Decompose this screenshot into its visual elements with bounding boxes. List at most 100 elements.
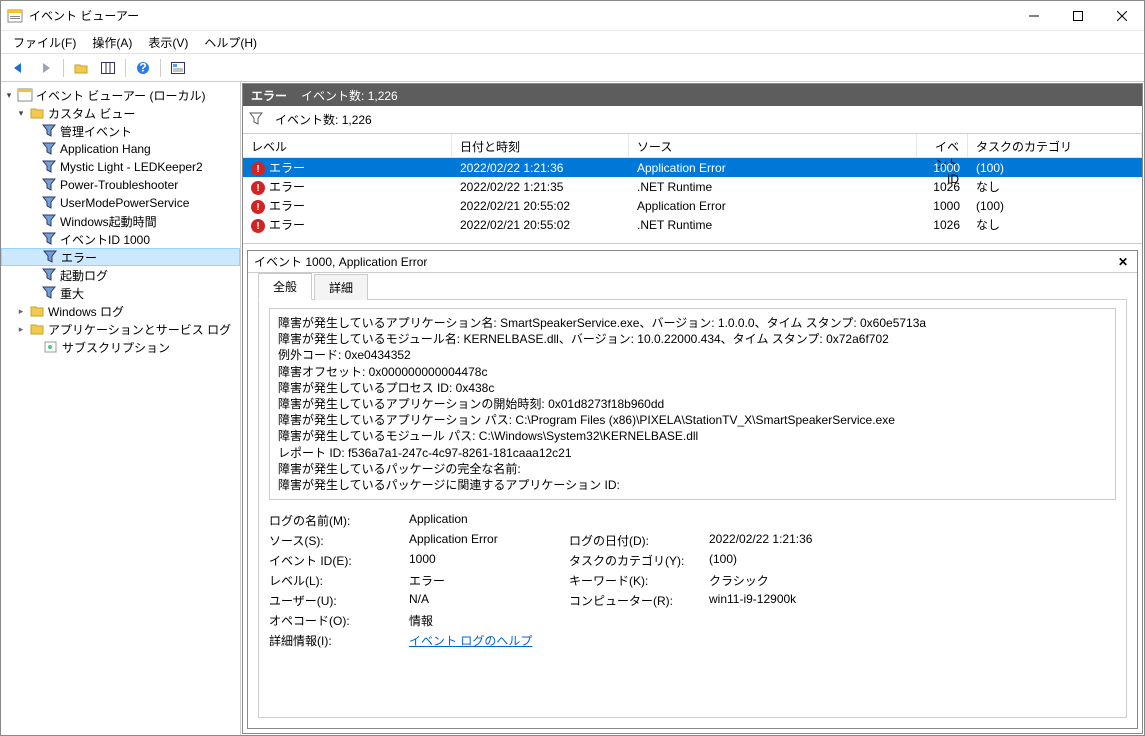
error-icon: ! (251, 200, 265, 214)
tab-general[interactable]: 全般 (258, 273, 312, 300)
tree-label: エラー (61, 249, 97, 266)
tree-item[interactable]: 重大 (1, 284, 240, 302)
twisty-icon[interactable] (3, 89, 15, 101)
filter-icon (41, 231, 57, 247)
error-icon: ! (251, 219, 265, 233)
table-row[interactable]: !エラー2022/02/21 20:55:02Application Error… (243, 196, 1142, 215)
prop-opcode-key: オペコード(O): (269, 612, 409, 629)
minimize-button[interactable] (1012, 1, 1056, 31)
prop-logdate-key: ログの日付(D): (569, 532, 709, 549)
twisty-icon[interactable] (15, 107, 27, 119)
table-row[interactable]: !エラー2022/02/21 20:55:02.NET Runtime1026な… (243, 215, 1142, 234)
toolbar-panes-icon[interactable] (96, 57, 120, 79)
tree-item[interactable]: UserModePowerService (1, 194, 240, 212)
menu-help[interactable]: ヘルプ(H) (196, 32, 265, 53)
app-icon (7, 8, 23, 24)
event-list[interactable]: レベル 日付と時刻 ソース イベント ID タスクのカテゴリ !エラー2022/… (243, 134, 1142, 244)
tree-item[interactable]: イベントID 1000 (1, 230, 240, 248)
folder-icon (29, 321, 45, 337)
toolbar: ? (1, 53, 1144, 82)
view-count: イベント数: 1,226 (301, 87, 398, 104)
filter-icon (42, 249, 58, 265)
prop-logdate-val: 2022/02/22 1:21:36 (709, 532, 869, 549)
tree-label: 起動ログ (60, 267, 108, 284)
tree-label: Windows起動時間 (60, 213, 157, 230)
prop-logname-val: Application (409, 512, 569, 529)
tree-label: Power-Troubleshooter (60, 178, 178, 192)
view-header: エラー イベント数: 1,226 (243, 84, 1142, 106)
tab-details[interactable]: 詳細 (314, 274, 368, 300)
prop-taskcat-val: (100) (709, 552, 869, 569)
twisty-icon[interactable] (15, 323, 27, 335)
event-log-help-link[interactable]: イベント ログのヘルプ (409, 634, 532, 648)
column-headers[interactable]: レベル 日付と時刻 ソース イベント ID タスクのカテゴリ (243, 134, 1142, 158)
close-button[interactable] (1100, 1, 1144, 31)
prop-level-val: エラー (409, 572, 569, 589)
tree-app-services-logs[interactable]: アプリケーションとサービス ログ (1, 320, 240, 338)
eventviewer-icon (17, 87, 33, 103)
col-id[interactable]: イベント ID (917, 134, 968, 157)
prop-moreinfo-key: 詳細情報(I): (269, 632, 409, 649)
menu-action[interactable]: 操作(A) (84, 32, 140, 53)
tree-windows-logs[interactable]: Windows ログ (1, 302, 240, 320)
menu-view[interactable]: 表示(V) (140, 32, 196, 53)
tree-subscriptions[interactable]: サブスクリプション (1, 338, 240, 356)
detail-description: 障害が発生しているアプリケーション名: SmartSpeakerService.… (269, 308, 1116, 500)
folder-icon (29, 105, 45, 121)
window-title: イベント ビューアー (29, 7, 1012, 24)
col-category[interactable]: タスクのカテゴリ (968, 134, 1142, 157)
col-source[interactable]: ソース (629, 134, 917, 157)
col-date[interactable]: 日付と時刻 (452, 134, 629, 157)
table-row[interactable]: !エラー2022/02/22 1:21:35.NET Runtime1026なし (243, 177, 1142, 196)
tree-root[interactable]: イベント ビューアー (ローカル) (1, 86, 240, 104)
tree-label: カスタム ビュー (48, 105, 135, 122)
toolbar-help-icon[interactable]: ? (131, 57, 155, 79)
toolbar-view-icon[interactable] (166, 57, 190, 79)
filter-bar: イベント数: 1,226 (243, 106, 1142, 134)
tree-item[interactable]: エラー (1, 248, 240, 266)
tree-item[interactable]: 管理イベント (1, 122, 240, 140)
detail-body: 障害が発生しているアプリケーション名: SmartSpeakerService.… (258, 299, 1127, 718)
tree-pane[interactable]: イベント ビューアー (ローカル) カスタム ビュー 管理イベントApplica… (1, 82, 241, 735)
tree-item[interactable]: Application Hang (1, 140, 240, 158)
filter-count: イベント数: 1,226 (275, 111, 372, 128)
detail-tabs: 全般 詳細 (248, 273, 1137, 299)
tree-label: UserModePowerService (60, 196, 189, 210)
twisty-icon (29, 341, 41, 353)
detail-header: イベント 1000, Application Error ✕ (248, 251, 1137, 273)
maximize-button[interactable] (1056, 1, 1100, 31)
tree-label: Windows ログ (48, 303, 124, 320)
tree-custom-views[interactable]: カスタム ビュー (1, 104, 240, 122)
prop-source-val: Application Error (409, 532, 569, 549)
subscription-icon (43, 339, 59, 355)
menubar: ファイル(F) 操作(A) 表示(V) ヘルプ(H) (1, 31, 1144, 53)
funnel-icon[interactable] (249, 112, 265, 128)
filter-icon (41, 195, 57, 211)
filter-icon (41, 123, 57, 139)
prop-level-key: レベル(L): (269, 572, 409, 589)
tree-label: 重大 (60, 285, 84, 302)
tree-label: 管理イベント (60, 123, 132, 140)
detail-pane: イベント 1000, Application Error ✕ 全般 詳細 障害が… (247, 250, 1138, 729)
tree-item[interactable]: Windows起動時間 (1, 212, 240, 230)
detail-close-icon[interactable]: ✕ (1115, 254, 1131, 270)
toolbar-folder-icon[interactable] (69, 57, 93, 79)
prop-user-key: ユーザー(U): (269, 592, 409, 609)
back-button[interactable] (7, 57, 31, 79)
main-area: イベント ビューアー (ローカル) カスタム ビュー 管理イベントApplica… (1, 82, 1144, 735)
tree-item[interactable]: Mystic Light - LEDKeeper2 (1, 158, 240, 176)
right-pane: エラー イベント数: 1,226 イベント数: 1,226 レベル 日付と時刻 … (242, 83, 1143, 734)
twisty-icon[interactable] (15, 305, 27, 317)
prop-source-key: ソース(S): (269, 532, 409, 549)
svg-text:?: ? (139, 61, 146, 75)
titlebar: イベント ビューアー (1, 1, 1144, 31)
tree-label: サブスクリプション (62, 339, 170, 356)
error-icon: ! (251, 162, 265, 176)
menu-file[interactable]: ファイル(F) (5, 32, 84, 53)
tree-item[interactable]: Power-Troubleshooter (1, 176, 240, 194)
tree-item[interactable]: 起動ログ (1, 266, 240, 284)
forward-button[interactable] (34, 57, 58, 79)
table-row[interactable]: !エラー2022/02/22 1:21:36Application Error1… (243, 158, 1142, 177)
tree-label: Mystic Light - LEDKeeper2 (60, 160, 203, 174)
col-level[interactable]: レベル (243, 134, 452, 157)
